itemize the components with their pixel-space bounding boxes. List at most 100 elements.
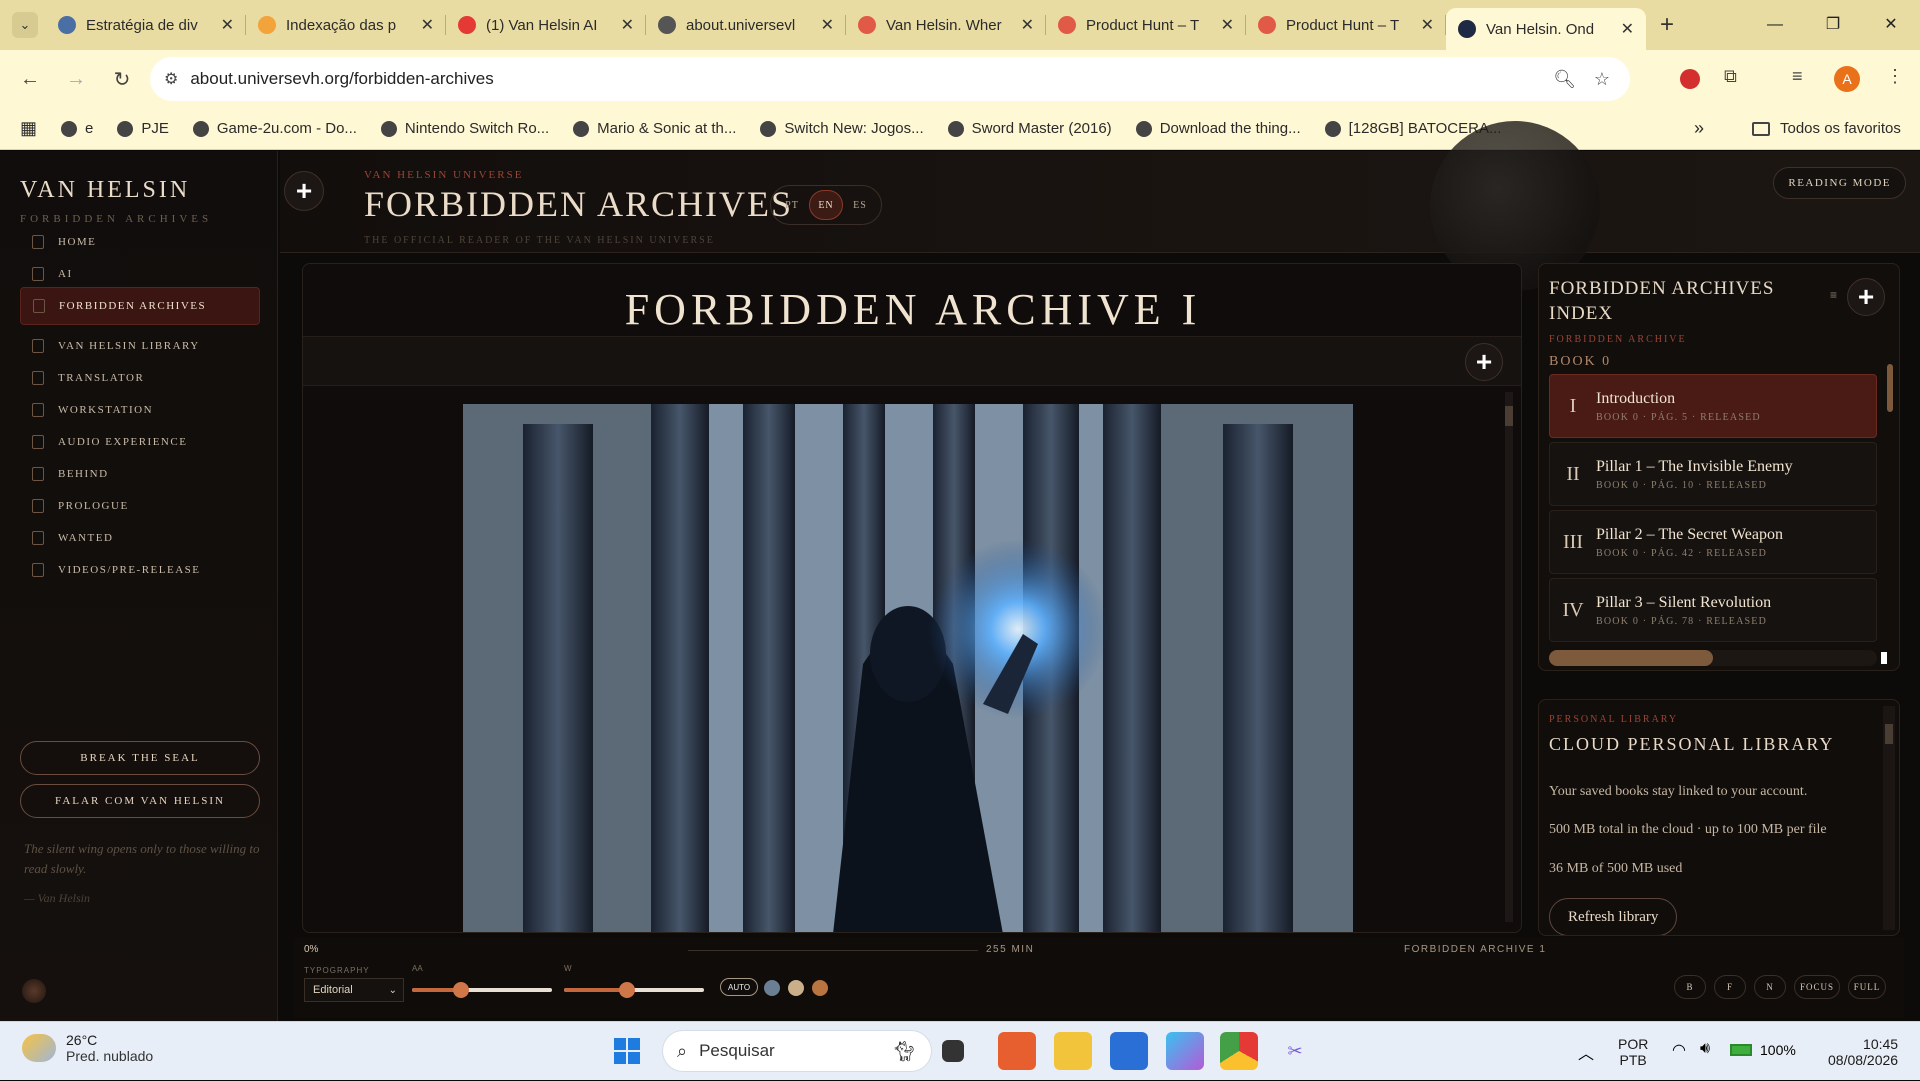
tab-search-icon[interactable]: ⌄ xyxy=(12,12,38,38)
clock[interactable]: 10:45 08/08/2026 xyxy=(1828,1022,1898,1081)
file-explorer-icon[interactable] xyxy=(1054,1032,1092,1070)
progress-track[interactable] xyxy=(688,950,978,951)
bookmark-item[interactable]: PJE xyxy=(117,120,169,137)
restore-icon[interactable]: ❐ xyxy=(1804,0,1862,50)
lang-pt-button[interactable]: PT xyxy=(775,190,809,220)
mode-full-button[interactable]: FULL xyxy=(1848,975,1886,999)
browser-tab[interactable]: about.universevl ✕ xyxy=(646,0,846,50)
chapter-item[interactable]: I Introduction BOOK 0 · PÁG. 5 · RELEASED xyxy=(1549,374,1877,438)
m365-icon[interactable] xyxy=(1166,1032,1204,1070)
font-select[interactable]: Editorial ⌄ xyxy=(304,978,404,1002)
battery-icon[interactable] xyxy=(1730,1044,1752,1056)
weather-temp: 26°C xyxy=(66,1032,98,1048)
mode-n-button[interactable]: N xyxy=(1754,975,1786,999)
windows-start-icon[interactable] xyxy=(608,1032,646,1070)
mode-focus-button[interactable]: FOCUS xyxy=(1794,975,1840,999)
bookmark-item[interactable]: Mario & Sonic at th... xyxy=(573,120,736,137)
chapter-item[interactable]: III Pillar 2 – The Secret Weapon BOOK 0 · … xyxy=(1549,510,1877,574)
close-tab-icon[interactable]: ✕ xyxy=(1221,15,1234,35)
volume-icon[interactable]: 🔊︎ xyxy=(1700,1040,1710,1058)
app-icon[interactable] xyxy=(998,1032,1036,1070)
browser-tab[interactable]: Indexação das p ✕ xyxy=(246,0,446,50)
forward-icon[interactable]: → xyxy=(56,68,96,91)
sidebar-item-videos-pre-release[interactable]: VIDEOS/PRE-RELEASE xyxy=(20,551,260,589)
media-controls-icon[interactable]: ≡ xyxy=(1792,66,1803,87)
chrome-icon[interactable] xyxy=(1220,1032,1258,1070)
site-info-icon[interactable]: ⚙ xyxy=(164,69,178,89)
close-tab-icon[interactable]: ✕ xyxy=(1021,15,1034,35)
bookmark-item[interactable]: Game-2u.com - Do... xyxy=(192,120,357,137)
index-add-button[interactable]: + xyxy=(1847,278,1885,316)
theme-swatch[interactable] xyxy=(764,980,780,996)
chapter-title: Pillar 3 – Silent Revolution xyxy=(1596,593,1772,611)
browser-tab[interactable]: Van Helsin. Ond ✕ xyxy=(1446,8,1646,50)
avatar[interactable] xyxy=(22,979,46,1003)
extensions-puzzle-icon[interactable]: ⧉ xyxy=(1724,66,1737,87)
mode-b-button[interactable]: B xyxy=(1674,975,1706,999)
apps-grid-icon[interactable]: ▦ xyxy=(20,118,37,139)
snipping-tool-icon[interactable]: ✂ xyxy=(1276,1032,1314,1070)
taskbar-search[interactable]: ⌕ Pesquisar 🐈︎ xyxy=(662,1030,932,1072)
browser-tab[interactable]: Product Hunt – T ✕ xyxy=(1046,0,1246,50)
all-bookmarks-folder[interactable]: Todos os favoritos xyxy=(1752,120,1901,137)
brand-logo[interactable]: VAN HELSIN xyxy=(20,177,190,204)
weather-widget[interactable]: 26°C Pred. nublado xyxy=(22,1032,153,1064)
auto-theme-button[interactable]: AUTO xyxy=(720,978,759,996)
new-tab-button[interactable]: + xyxy=(1660,11,1674,39)
talk-to-van-helsin-button[interactable]: FALAR COM VAN HELSIN xyxy=(20,784,260,818)
chapter-item[interactable]: II Pillar 1 – The Invisible Enemy BOOK 0 ·… xyxy=(1549,442,1877,506)
close-tab-icon[interactable]: ✕ xyxy=(1421,15,1434,35)
extension-icon[interactable] xyxy=(1680,69,1700,89)
bookmark-item[interactable]: Download the thing... xyxy=(1135,120,1301,137)
all-bookmarks-label: Todos os favoritos xyxy=(1780,120,1901,137)
address-bar[interactable]: ⚙ about.universevh.org/forbidden-archive… xyxy=(150,57,1630,101)
chapter-item[interactable]: IV Pillar 3 – Silent Revolution BOOK 0 · P… xyxy=(1549,578,1877,642)
break-the-seal-button[interactable]: BREAK THE SEAL xyxy=(20,741,260,775)
close-tab-icon[interactable]: ✕ xyxy=(221,15,234,35)
bookmark-item[interactable]: Switch New: Jogos... xyxy=(760,120,924,137)
index-menu-icon[interactable]: ≡ xyxy=(1830,288,1837,302)
close-tab-icon[interactable]: ✕ xyxy=(1621,19,1634,39)
wifi-icon[interactable]: ◠ xyxy=(1672,1040,1686,1060)
width-slider[interactable] xyxy=(564,982,704,998)
close-tab-icon[interactable]: ✕ xyxy=(621,15,634,35)
reader-scrollbar[interactable] xyxy=(1505,392,1513,922)
close-tab-icon[interactable]: ✕ xyxy=(421,15,434,35)
browser-tab[interactable]: Van Helsin. Wher ✕ xyxy=(846,0,1046,50)
browser-tab[interactable]: (1) Van Helsin AI ✕ xyxy=(446,0,646,50)
bookmark-item[interactable]: Nintendo Switch Ro... xyxy=(380,120,549,137)
sidebar-item-forbidden-archives[interactable]: FORBIDDEN ARCHIVES xyxy=(20,287,260,325)
font-size-slider[interactable] xyxy=(412,982,552,998)
bookmark-star-icon[interactable]: ☆ xyxy=(1594,69,1610,90)
library-scrollbar[interactable] xyxy=(1883,706,1895,930)
index-horizontal-scrollbar[interactable] xyxy=(1549,650,1877,666)
header-add-button[interactable]: + xyxy=(284,171,324,211)
lang-en-button[interactable]: EN xyxy=(809,190,843,220)
profile-avatar[interactable]: A xyxy=(1834,66,1860,92)
tray-chevron-icon[interactable]: ︿ xyxy=(1578,1040,1594,1064)
browser-tab[interactable]: Product Hunt – T ✕ xyxy=(1246,0,1446,50)
reader-add-button[interactable]: + xyxy=(1465,343,1503,381)
bookmark-item[interactable]: Sword Master (2016) xyxy=(947,120,1112,137)
close-window-icon[interactable]: ✕ xyxy=(1862,0,1920,50)
theme-swatch[interactable] xyxy=(812,980,828,996)
store-icon[interactable] xyxy=(1110,1032,1148,1070)
browser-tab[interactable]: Estratégia de div ✕ xyxy=(46,0,246,50)
lang-es-button[interactable]: ES xyxy=(843,190,877,220)
mode-f-button[interactable]: F xyxy=(1714,975,1746,999)
input-language[interactable]: POR PTB xyxy=(1618,1022,1648,1081)
library-info-line: Your saved books stay linked to your acc… xyxy=(1549,784,1808,799)
refresh-library-button[interactable]: Refresh library xyxy=(1549,898,1678,935)
menu-kebab-icon[interactable]: ⋮ xyxy=(1886,66,1904,87)
minimize-icon[interactable]: — xyxy=(1746,0,1804,50)
reading-mode-button[interactable]: READING MODE xyxy=(1773,167,1906,199)
bookmark-item[interactable]: e xyxy=(61,120,93,137)
reload-icon[interactable]: ↻ xyxy=(102,67,142,92)
theme-swatch[interactable] xyxy=(788,980,804,996)
index-vertical-scrollbar[interactable] xyxy=(1887,364,1893,412)
zoom-icon[interactable]: 🔍︎ xyxy=(1553,69,1576,90)
task-view-icon[interactable] xyxy=(942,1040,964,1062)
close-tab-icon[interactable]: ✕ xyxy=(821,15,834,35)
more-bookmarks-icon[interactable]: » xyxy=(1694,118,1704,139)
back-icon[interactable]: ← xyxy=(10,68,50,91)
